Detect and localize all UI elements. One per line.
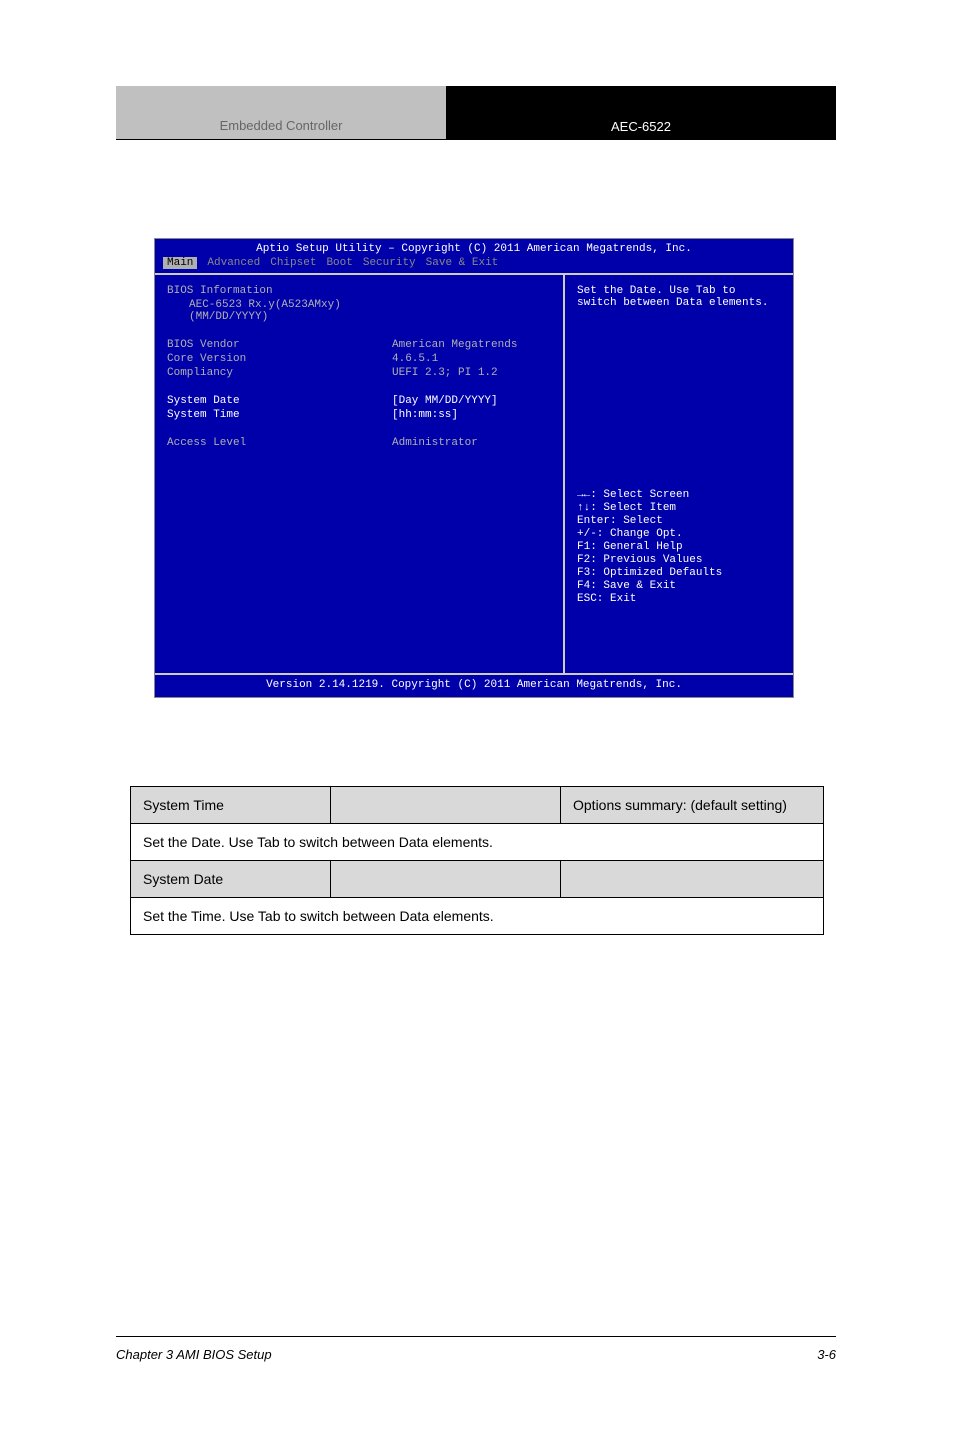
bios-help-top1: Set the Date. Use Tab to [577,285,781,297]
table-cell-systemtime: System Time [131,787,331,824]
table-cell-empty [561,861,824,898]
bios-row-coreversion-value: 4.6.5.1 [392,353,438,365]
bios-menu-security: Security [363,257,416,269]
bios-title: Aptio Setup Utility – Copyright (C) 2011… [155,239,793,257]
table-cell-empty [331,787,561,824]
table-row-date-desc: Set the Date. Use Tab to switch between … [131,824,824,861]
bios-help-key: F2: Previous Values [577,554,781,566]
bios-footer: Version 2.14.1219. Copyright (C) 2011 Am… [155,673,793,695]
header-right-label: AEC-6522 [446,86,836,140]
bios-row-compliancy-label: Compliancy [167,367,392,379]
bios-right-panel: Set the Date. Use Tab to switch between … [565,275,793,673]
bios-menu: Main Advanced Chipset Boot Security Save… [155,257,793,275]
bios-help-keys: →←: Select Screen ↑↓: Select Item Enter:… [577,489,781,605]
bios-row-systemtime-value: [hh:mm:ss] [392,409,458,421]
bios-row-coreversion-label: Core Version [167,353,392,365]
footer-left: Chapter 3 AMI BIOS Setup [116,1347,272,1362]
bios-help-key: ESC: Exit [577,593,781,605]
table-row-time-desc: Set the Time. Use Tab to switch between … [131,898,824,935]
bios-help-key: ↑↓: Select Item [577,502,781,514]
bios-info-sub: AEC-6523 Rx.y(A523AMxy) (MM/DD/YYYY) [167,299,392,323]
bios-info-section: BIOS Information [167,285,392,297]
bios-body: BIOS Information AEC-6523 Rx.y(A523AMxy)… [155,275,793,673]
bios-help-top2: switch between Data elements. [577,297,781,309]
bios-row-access-label: Access Level [167,437,392,449]
bios-help-key: →←: Select Screen [577,489,781,501]
bios-help-key: F3: Optimized Defaults [577,567,781,579]
table-cell-summary: Options summary: (default setting) [561,787,824,824]
page-header: Embedded Controller AEC-6522 [116,86,836,140]
bios-row-systemdate-label: System Date [167,395,392,407]
bios-row-biosvendor-value: American Megatrends [392,339,517,351]
bios-help-key: F4: Save & Exit [577,580,781,592]
table-cell-systemdate: System Date [131,861,331,898]
bios-row-systemdate-value: [Day MM/DD/YYYY] [392,395,498,407]
bios-menu-advanced: Advanced [207,257,260,269]
table-cell-empty [331,861,561,898]
bios-menu-chipset: Chipset [270,257,316,269]
bios-menu-boot: Boot [326,257,352,269]
bios-left-panel: BIOS Information AEC-6523 Rx.y(A523AMxy)… [155,275,565,673]
footer-right: 3-6 [817,1347,836,1362]
bios-row-biosvendor-label: BIOS Vendor [167,339,392,351]
page-footer: Chapter 3 AMI BIOS Setup 3-6 [116,1336,836,1362]
bios-help-key: Enter: Select [577,515,781,527]
bios-help-key: F1: General Help [577,541,781,553]
bios-row-access-value: Administrator [392,437,478,449]
bios-help-key: +/-: Change Opt. [577,528,781,540]
bios-menu-saveexit: Save & Exit [426,257,499,269]
bios-row-systemtime-label: System Time [167,409,392,421]
header-left-label: Embedded Controller [116,86,446,140]
bios-menu-main: Main [163,257,197,269]
bios-screenshot: Aptio Setup Utility – Copyright (C) 2011… [154,238,794,698]
bios-row-compliancy-value: UEFI 2.3; PI 1.2 [392,367,498,379]
options-table: System Time Options summary: (default se… [130,786,824,935]
